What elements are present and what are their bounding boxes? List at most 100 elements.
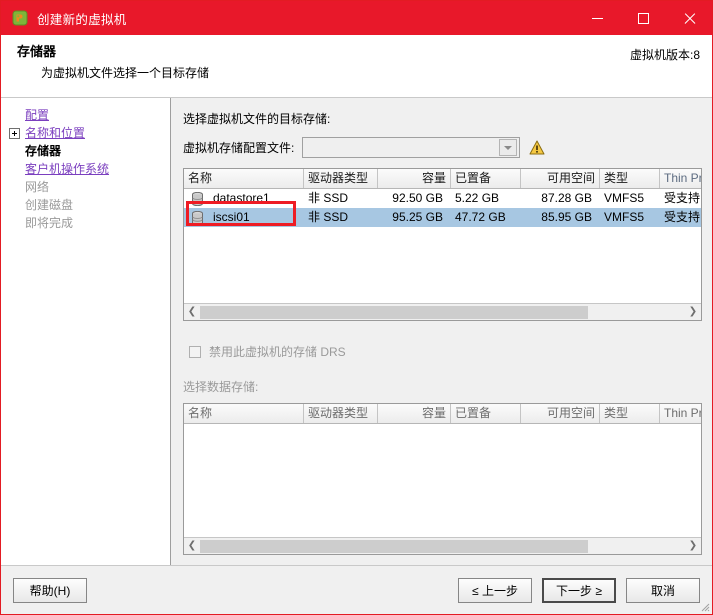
select-datastore-table: 名称 驱动器类型 容量 已置备 可用空间 类型 Thin Provi ❮ ❯ (183, 403, 702, 555)
datastore-icon (191, 191, 204, 206)
column-header-capacity[interactable]: 容量 (378, 169, 451, 188)
sidebar-item-label: 客户机操作系统 (25, 162, 110, 176)
select-datastore-table-header: 名称 驱动器类型 容量 已置备 可用空间 类型 Thin Provi (184, 404, 701, 424)
back-button[interactable]: ≤ 上一步 (458, 577, 532, 603)
scroll-left-icon[interactable]: ❮ (184, 304, 200, 320)
column-header-drive-type[interactable]: 驱动器类型 (304, 169, 378, 188)
column-header-free-space[interactable]: 可用空间 (521, 169, 600, 188)
sidebar-item-create-disk: 创建磁盘 (1, 196, 170, 214)
cell-name: iscsi01 (184, 208, 304, 227)
sidebar-item-label: 创建磁盘 (25, 198, 74, 212)
minimize-button[interactable] (574, 1, 620, 35)
sidebar-item-label: 即将完成 (25, 216, 74, 230)
sidebar-item-ready-to-complete: 即将完成 (1, 214, 170, 232)
sidebar-item-network: 网络 (1, 178, 170, 196)
wizard-step-sidebar: 配置 名称和位置 存储器 客户机操作系统 网络 创建磁盘 即将完成 (1, 98, 171, 565)
minimize-icon (591, 17, 603, 19)
storage-profile-row: 虚拟机存储配置文件: (183, 137, 702, 158)
scroll-track[interactable] (200, 304, 685, 320)
cell-type: VMFS5 (604, 191, 645, 205)
maximize-button[interactable] (620, 1, 666, 35)
warning-triangle-icon (529, 140, 545, 155)
disable-storage-drs-row: 禁用此虚拟机的存储 DRS (183, 343, 702, 360)
arrow-down-glyph (504, 145, 513, 150)
sidebar-item-guest-os[interactable]: 客户机操作系统 (1, 160, 170, 178)
cell-provisioned: 5.22 GB (455, 191, 500, 205)
column-header-free-space[interactable]: 可用空间 (521, 404, 600, 423)
column-header-type[interactable]: 类型 (600, 404, 660, 423)
datastore-icon (191, 210, 204, 225)
cancel-button[interactable]: 取消 (626, 577, 700, 603)
vm-version-value: 8 (693, 48, 700, 62)
cell-capacity: 95.25 GB (392, 210, 443, 224)
chevron-down-icon[interactable] (499, 139, 518, 156)
datastore-table-header: 名称 驱动器类型 容量 已置备 可用空间 类型 Thin Provi (184, 169, 701, 189)
expand-plus-icon[interactable] (9, 127, 20, 139)
cell-thin: 受支持 (664, 191, 701, 205)
vm-version-info: 虚拟机版本:8 (630, 46, 700, 63)
column-header-provisioned[interactable]: 已置备 (451, 169, 521, 188)
cell-type: VMFS5 (604, 210, 645, 224)
sidebar-item-label: 配置 (25, 108, 50, 122)
column-header-capacity[interactable]: 容量 (378, 404, 451, 423)
main-content: 选择虚拟机文件的目标存储: 虚拟机存储配置文件: 名称 驱动器类型 容量 已置备… (171, 98, 712, 565)
scroll-track[interactable] (200, 538, 685, 554)
storage-prompt: 选择虚拟机文件的目标存储: (183, 112, 331, 126)
disable-storage-drs-checkbox (189, 345, 201, 358)
page-subtitle: 为虚拟机文件选择一个目标存储 (41, 66, 210, 80)
cell-free-space: 85.95 GB (541, 210, 592, 224)
page-header: 存储器 为虚拟机文件选择一个目标存储 虚拟机版本:8 (1, 35, 712, 98)
column-header-provisioned[interactable]: 已置备 (451, 404, 521, 423)
select-datastore-hscrollbar[interactable]: ❮ ❯ (184, 537, 701, 554)
datastore-table: 名称 驱动器类型 容量 已置备 可用空间 类型 Thin Provi (183, 168, 702, 321)
select-datastore-table-body (184, 424, 701, 537)
scroll-thumb[interactable] (200, 539, 588, 553)
cell-name: datastore1 (184, 189, 304, 208)
datastore-table-hscrollbar[interactable]: ❮ ❯ (184, 303, 701, 320)
table-row[interactable]: iscsi01 非 SSD 95.25 GB 47.72 GB 85.95 GB… (184, 208, 701, 227)
sidebar-item-configuration[interactable]: 配置 (1, 106, 170, 124)
sidebar-item-label: 网络 (25, 180, 50, 194)
page-title: 存储器 (17, 44, 57, 59)
title-bar: 创建新的虚拟机 (1, 1, 712, 35)
cell-name-text: datastore1 (213, 191, 270, 205)
scroll-thumb[interactable] (200, 305, 588, 319)
cell-free-space: 87.28 GB (541, 191, 592, 205)
vmware-vm-icon (12, 10, 28, 26)
column-header-drive-type[interactable]: 驱动器类型 (304, 404, 378, 423)
sidebar-item-name-and-location[interactable]: 名称和位置 (1, 124, 170, 142)
column-header-type[interactable]: 类型 (600, 169, 660, 188)
column-header-name[interactable]: 名称 (184, 404, 304, 423)
maximize-icon (637, 12, 649, 24)
cell-thin: 受支持 (664, 210, 701, 224)
select-datastore-label: 选择数据存储: (183, 380, 259, 394)
table-row[interactable]: datastore1 非 SSD 92.50 GB 5.22 GB 87.28 … (184, 189, 701, 208)
disable-storage-drs-label: 禁用此虚拟机的存储 DRS (209, 345, 346, 359)
storage-profile-select[interactable] (302, 137, 521, 158)
help-button[interactable]: 帮助(H) (13, 577, 87, 603)
cell-drive-type: 非 SSD (308, 191, 349, 205)
next-button[interactable]: 下一步 ≥ (542, 577, 616, 603)
close-button[interactable] (666, 1, 712, 35)
cell-capacity: 92.50 GB (392, 191, 443, 205)
cell-drive-type: 非 SSD (308, 210, 349, 224)
wizard-footer: 帮助(H) ≤ 上一步 下一步 ≥ 取消 (1, 565, 712, 614)
close-icon (683, 12, 696, 25)
cell-provisioned: 47.72 GB (455, 210, 506, 224)
scroll-right-icon[interactable]: ❯ (685, 538, 701, 554)
resize-grip[interactable] (698, 600, 710, 612)
scroll-right-icon[interactable]: ❯ (685, 304, 701, 320)
column-header-thin-provisioning[interactable]: Thin Provi (660, 404, 701, 423)
scroll-left-icon[interactable]: ❮ (184, 538, 200, 554)
create-vm-wizard-window: 创建新的虚拟机 存储器 为虚拟机文件选择一个目标存储 虚拟机版本:8 配置 名称… (0, 0, 713, 615)
wizard-nav-buttons: ≤ 上一步 下一步 ≥ 取消 (458, 577, 700, 603)
cell-name-text: iscsi01 (213, 210, 250, 224)
vm-version-label: 虚拟机版本: (629, 48, 694, 62)
column-header-name[interactable]: 名称 (184, 169, 304, 188)
sidebar-item-label: 名称和位置 (25, 126, 86, 140)
sidebar-item-storage[interactable]: 存储器 (1, 142, 170, 160)
column-header-thin-provisioning[interactable]: Thin Provi (660, 169, 701, 188)
window-controls (574, 1, 712, 35)
sidebar-item-label: 存储器 (25, 144, 62, 158)
wizard-body: 配置 名称和位置 存储器 客户机操作系统 网络 创建磁盘 即将完成 选择虚拟机文… (1, 98, 712, 565)
